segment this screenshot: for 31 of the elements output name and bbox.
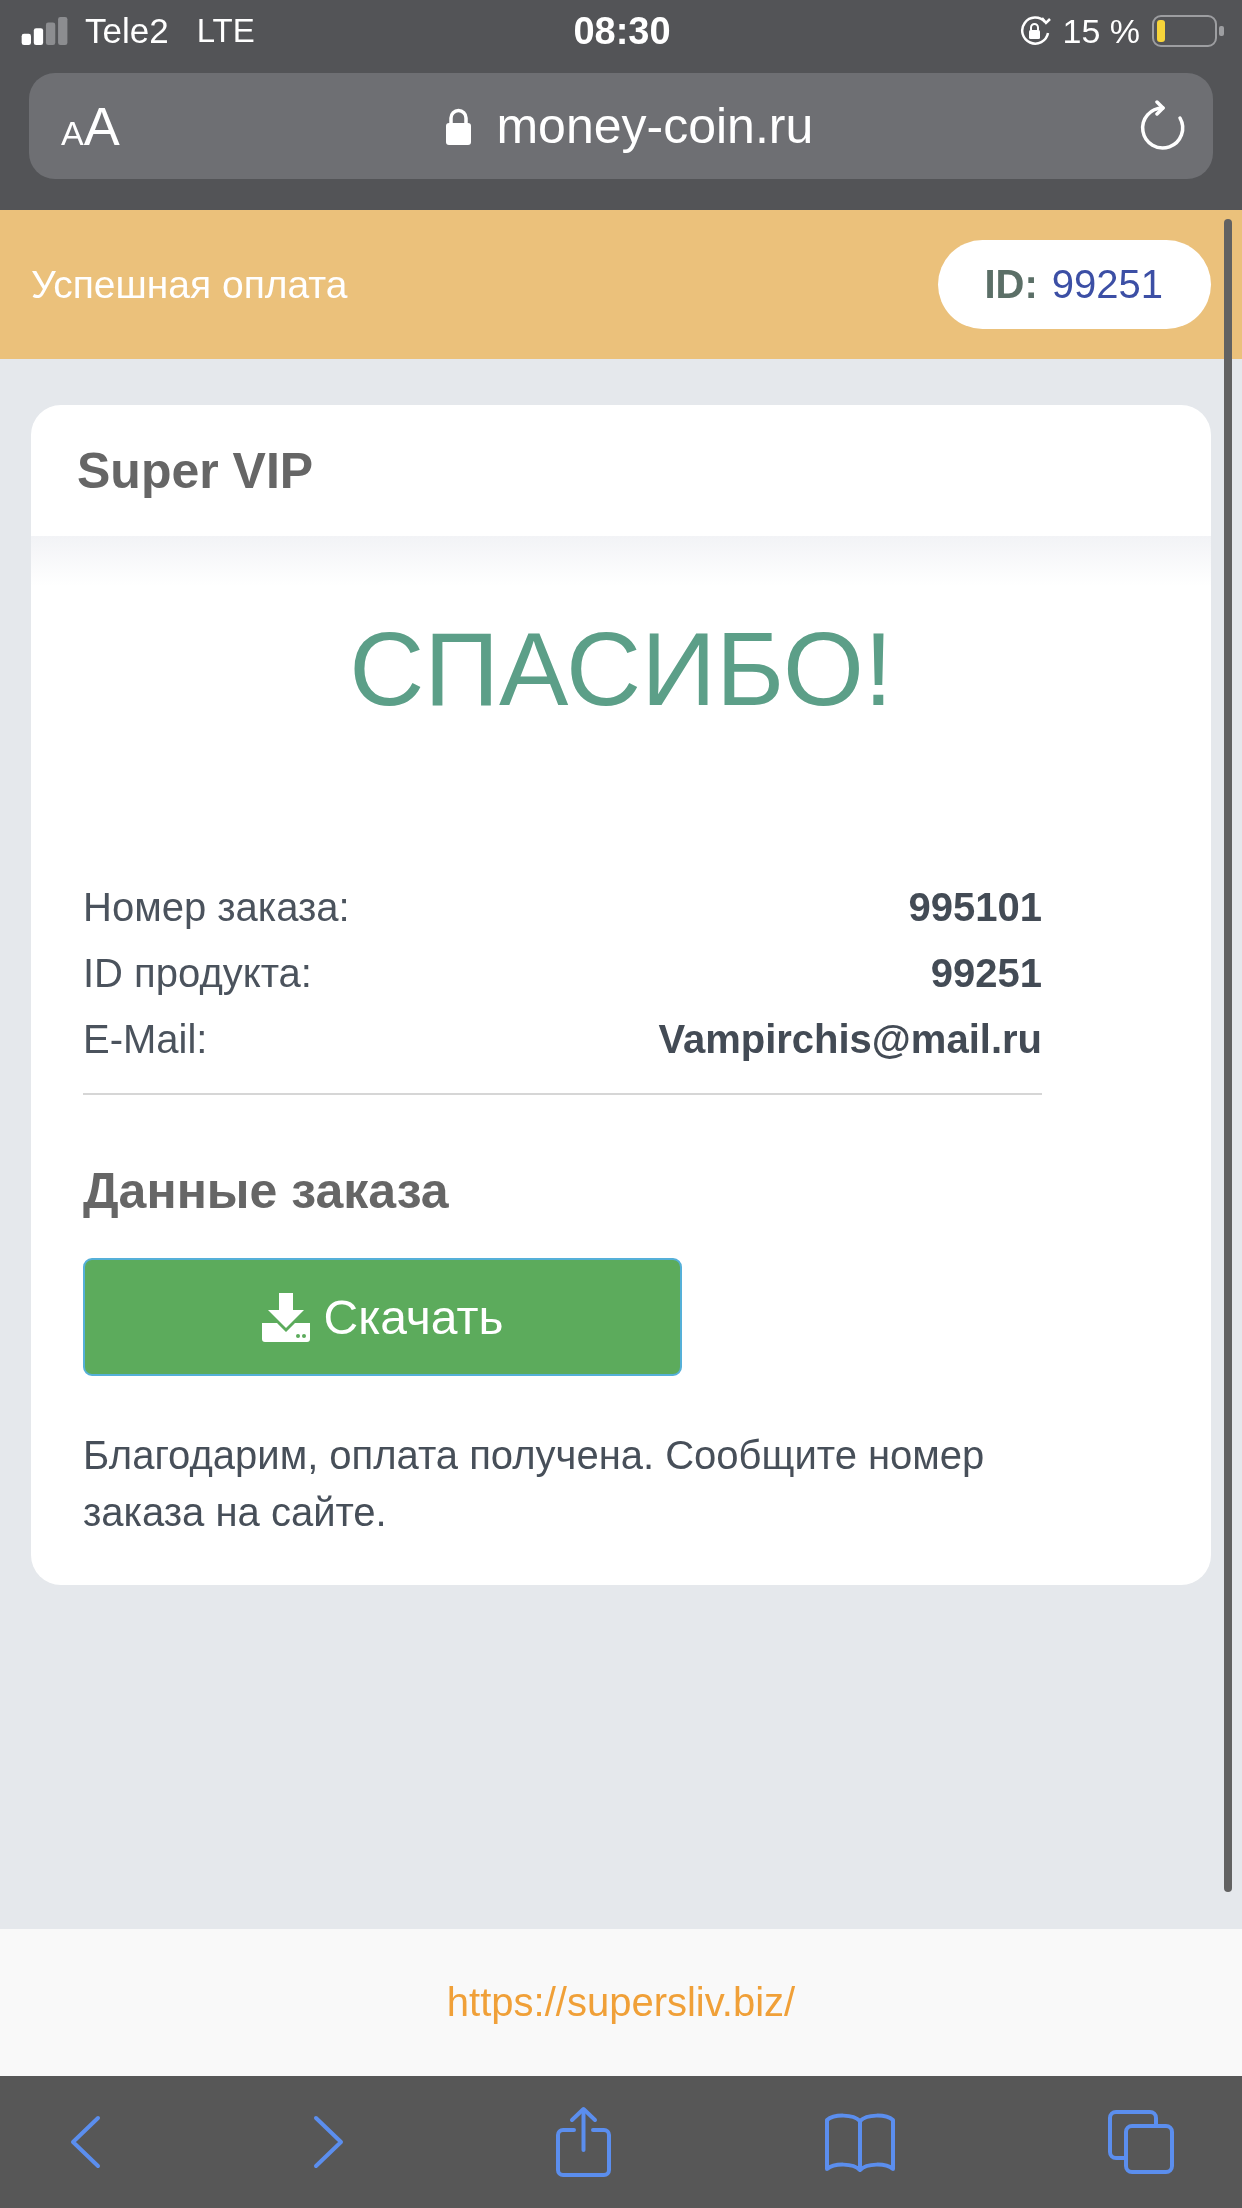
section-title: Данные заказа <box>83 1162 449 1221</box>
signal-icon <box>20 17 70 45</box>
clock-time: 08:30 <box>573 9 671 53</box>
tabs-icon[interactable] <box>1107 2109 1175 2175</box>
id-value: 99251 <box>1051 262 1163 307</box>
detail-label: E-Mail: <box>83 1016 208 1063</box>
detail-label: ID продукта: <box>83 950 312 997</box>
thank-you-heading: СПАСИБО! <box>349 617 893 721</box>
url-text: money-coin.ru <box>496 97 814 155</box>
detail-value: 995101 <box>908 884 1042 931</box>
detail-value: 99251 <box>930 950 1042 997</box>
share-icon[interactable] <box>555 2106 612 2178</box>
id-label: ID: <box>984 262 1038 307</box>
forward-icon[interactable] <box>312 2115 344 2169</box>
back-icon[interactable] <box>70 2115 101 2169</box>
battery-icon <box>1152 15 1224 47</box>
detail-value: Vampirchis@mail.ru <box>658 1016 1042 1063</box>
text-size-button[interactable]: AA <box>61 99 120 153</box>
lock-icon <box>445 107 473 145</box>
message-text: Благодарим, оплата получена. Сообщите номер заказа на сайте. <box>83 1432 986 1536</box>
banner-title: Успешная оплата <box>31 262 348 307</box>
card-title: Super VIP <box>77 441 314 500</box>
address-bar[interactable]: AA money-coin.ru <box>29 73 1213 179</box>
carrier-name: Tele2 <box>85 11 169 51</box>
download-icon <box>261 1292 310 1342</box>
reload-icon[interactable] <box>1139 100 1187 152</box>
detail-label: Номер заказа: <box>83 884 350 931</box>
download-button[interactable]: Скачать <box>83 1258 682 1376</box>
network-type: LTE <box>196 12 255 50</box>
battery-percent: 15 % <box>1062 11 1140 51</box>
bookmarks-icon[interactable] <box>823 2111 896 2173</box>
